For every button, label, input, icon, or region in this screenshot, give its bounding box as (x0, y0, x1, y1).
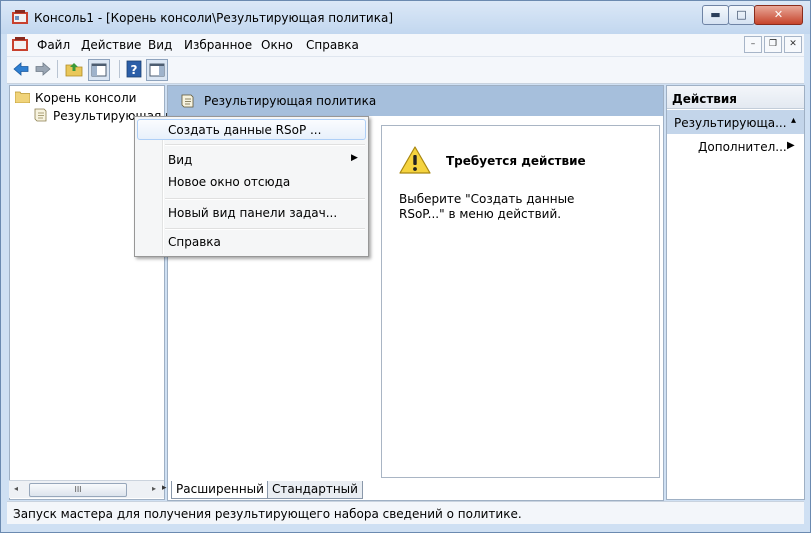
menu-view[interactable]: Вид (148, 38, 172, 52)
action-required-panel: Требуется действие Выберите "Создать дан… (381, 125, 660, 478)
title-bar[interactable]: Консоль1 - [Корень консоли\Результирующа… (1, 1, 810, 34)
context-menu: Создать данные RSoP ... Вид ▶ Новое окно… (134, 116, 369, 257)
policy-document-icon (181, 94, 194, 108)
menu-item-label: Новое окно отсюда (168, 175, 291, 189)
forward-icon[interactable] (33, 59, 53, 79)
up-folder-icon[interactable] (64, 59, 84, 79)
menu-separator (165, 228, 365, 230)
help-icon[interactable]: ? (124, 59, 144, 79)
window-title: Консоль1 - [Корень консоли\Результирующа… (34, 11, 394, 25)
menu-item-label: Вид (168, 153, 193, 167)
menu-item-view[interactable]: Вид ▶ (137, 150, 366, 171)
scroll-right-arrow[interactable]: ▸ (152, 484, 156, 493)
menu-separator (165, 198, 365, 200)
show-hide-action-pane-icon[interactable] (146, 59, 168, 81)
tab-scroll-arrow[interactable]: ▸ (162, 483, 167, 493)
status-bar: Запуск мастера для получения результирую… (7, 501, 804, 524)
actions-title: Действия (672, 92, 738, 106)
actions-pane: Действия Результирующа... ▴ Дополнител..… (666, 85, 805, 500)
warning-title: Требуется действие (446, 154, 586, 168)
show-hide-tree-icon[interactable] (88, 59, 110, 81)
menu-separator (165, 144, 365, 146)
toolbar: ? (7, 57, 804, 84)
svg-text:?: ? (131, 63, 138, 77)
menu-item-help[interactable]: Справка (137, 232, 366, 253)
scroll-thumb[interactable]: III (29, 483, 127, 497)
back-icon[interactable] (11, 59, 31, 79)
policy-document-icon (34, 108, 47, 122)
actions-header: Действия (667, 86, 804, 109)
menu-item-label: Справка (168, 235, 221, 249)
status-text: Запуск мастера для получения результирую… (13, 507, 522, 521)
warning-message: Выберите "Создать данные RSoP..." в меню… (399, 192, 575, 221)
tree-horizontal-scrollbar[interactable]: ◂ III ▸ (9, 480, 164, 498)
menu-item-new-taskpad[interactable]: Новый вид панели задач... (137, 203, 366, 224)
submenu-arrow-icon: ▶ (787, 140, 795, 151)
toolbar-separator (119, 60, 120, 78)
menu-item-label: Создать данные RSoP ... (168, 123, 322, 137)
mdi-minimize-button[interactable]: – (744, 36, 762, 53)
collapse-icon[interactable]: ▴ (791, 115, 796, 126)
mdi-close-button[interactable]: ✕ (784, 36, 802, 53)
mmc-app-icon (12, 10, 28, 24)
maximize-button[interactable]: □ (728, 5, 755, 25)
menu-help[interactable]: Справка (306, 38, 359, 52)
scroll-left-arrow[interactable]: ◂ (14, 484, 18, 493)
menu-window[interactable]: Окно (261, 38, 293, 52)
folder-icon (15, 91, 30, 103)
mdi-restore-button[interactable]: ❐ (764, 36, 782, 53)
result-pane-header: Результирующая политика (168, 86, 663, 116)
console-menu-icon[interactable] (12, 37, 28, 51)
submenu-arrow-icon: ▶ (351, 153, 358, 163)
menu-action[interactable]: Действие (81, 38, 141, 52)
tab-standard[interactable]: Стандартный (267, 481, 363, 499)
actions-section-label: Результирующа... (674, 116, 787, 130)
tree-item-console-root[interactable]: Корень консоли (15, 91, 136, 105)
menu-favorites[interactable]: Избранное (184, 38, 252, 52)
minimize-button[interactable]: ▬ (702, 5, 729, 25)
tab-extended[interactable]: Расширенный (171, 481, 269, 499)
actions-more-item[interactable]: Дополнител... (698, 140, 787, 154)
mmc-window: Консоль1 - [Корень консоли\Результирующа… (0, 0, 811, 533)
tree-item-label: Корень консоли (35, 91, 137, 105)
menu-bar: Файл Действие Вид Избранное Окно Справка… (7, 34, 804, 57)
menu-file[interactable]: Файл (37, 38, 70, 52)
warning-icon (399, 146, 431, 174)
close-button[interactable]: ✕ (754, 5, 803, 25)
menu-item-new-window[interactable]: Новое окно отсюда (137, 172, 366, 193)
actions-section-rsop[interactable]: Результирующа... ▴ (667, 110, 804, 134)
toolbar-separator (57, 60, 58, 78)
menu-item-create-rsop[interactable]: Создать данные RSoP ... (137, 119, 366, 140)
result-pane-title: Результирующая политика (204, 94, 377, 108)
menu-item-label: Новый вид панели задач... (168, 206, 338, 220)
